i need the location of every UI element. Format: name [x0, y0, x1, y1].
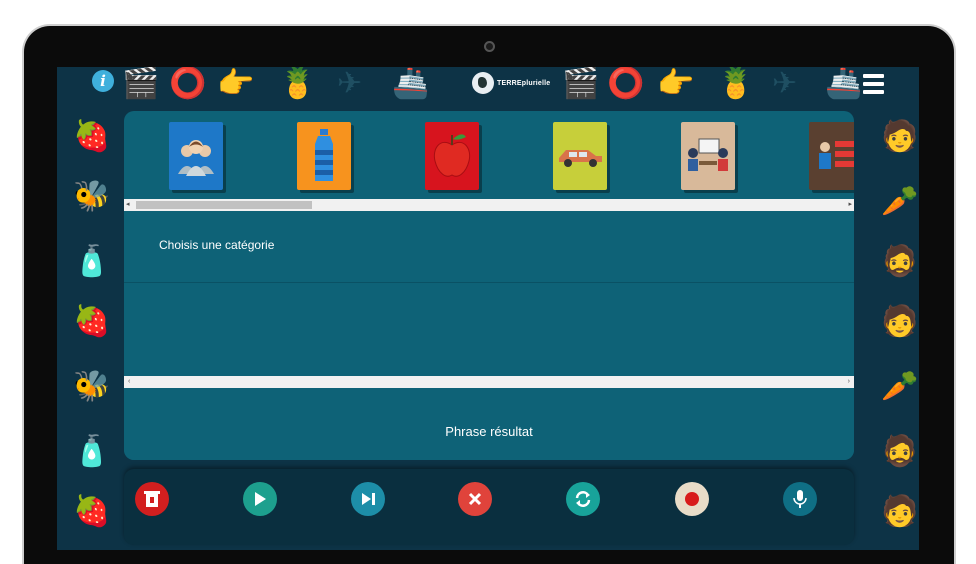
presenter-icon [819, 141, 854, 169]
skip-next-icon [362, 493, 375, 505]
pointing-hand-pattern-icon: 👉 [217, 67, 255, 100]
category-card-presentation[interactable] [809, 122, 854, 190]
clapper-pattern-icon: 🎬 [122, 67, 160, 100]
control-bar [124, 469, 854, 545]
scrollbar-thumb[interactable] [136, 201, 312, 209]
category-strip [124, 111, 854, 201]
bee-pattern-icon: 🐝 [73, 370, 111, 403]
carrot-pattern-icon: 🥕 [881, 370, 919, 403]
top-bar: 🎬 ⭕ 👉 🍍 ✈ 🚢 🎬 ⭕ 👉 🍍 ✈ 🚢 i TERREplurielle [57, 67, 919, 105]
pineapple-pattern-icon: 🍍 [279, 67, 317, 100]
pineapple-pattern-icon: 🍍 [717, 67, 755, 100]
app-logo: TERREplurielle [472, 69, 550, 97]
words-scrollbar[interactable]: ‹ › [124, 376, 854, 388]
category-card-meeting[interactable] [681, 122, 735, 190]
donut-pattern-icon: ⭕ [169, 67, 207, 100]
trash-icon [144, 491, 160, 507]
strawberry-pattern-icon: 🍓 [73, 120, 111, 153]
result-sentence-label: Phrase résultat [445, 424, 533, 439]
bottle-icon [315, 129, 333, 181]
scroll-left-icon[interactable]: ◂ [126, 199, 130, 211]
airplane-pattern-icon: ✈ [337, 67, 363, 100]
category-card-water-bottle[interactable] [297, 122, 351, 190]
clear-button[interactable] [458, 482, 492, 516]
choose-category-label: Choisis une catégorie [159, 238, 275, 252]
section-divider [124, 282, 854, 283]
strawberry-pattern-icon: 🍓 [73, 495, 111, 528]
record-icon [685, 492, 699, 506]
airplane-pattern-icon: ✈ [772, 67, 798, 100]
info-icon[interactable]: i [92, 70, 114, 92]
microphone-icon [793, 490, 807, 508]
boy-pattern-icon: 🧑 [881, 120, 919, 153]
app-screen: 🍓 🐝 🧴 🍓 🐝 🧴 🍓 🧑 🥕 🧔 🧑 🥕 🧔 🧑 🎬 ⭕ 👉 🍍 ✈ 🚢 … [57, 67, 919, 550]
logo-text: TERREplurielle [497, 79, 551, 87]
refresh-button[interactable] [566, 482, 600, 516]
donut-pattern-icon: ⭕ [607, 67, 645, 100]
globe-icon [472, 72, 494, 94]
strawberry-pattern-icon: 🍓 [73, 305, 111, 338]
scroll-left-icon[interactable]: ‹ [128, 376, 130, 388]
hamburger-menu-icon[interactable] [863, 74, 884, 94]
category-card-people[interactable] [169, 122, 223, 190]
bottle-pattern-icon: 🧴 [73, 245, 111, 278]
bottle-pattern-icon: 🧴 [73, 435, 111, 468]
close-icon [468, 492, 482, 506]
clapper-pattern-icon: 🎬 [562, 67, 600, 100]
main-panel: ◂ ▸ Choisis une catégorie ‹ › Phrase rés… [124, 111, 854, 460]
apple-icon [433, 134, 471, 177]
meeting-icon [688, 138, 728, 171]
microphone-button[interactable] [783, 482, 817, 516]
bee-pattern-icon: 🐝 [73, 180, 111, 213]
record-button[interactable] [675, 482, 709, 516]
boy-pattern-icon: 🧑 [881, 305, 919, 338]
ship-pattern-icon: 🚢 [392, 67, 430, 100]
scroll-right-icon[interactable]: › [848, 376, 850, 388]
pointing-hand-pattern-icon: 👉 [657, 67, 695, 100]
play-icon [255, 492, 266, 506]
people-icon [178, 140, 214, 176]
carrot-pattern-icon: 🥕 [881, 185, 919, 218]
ship-pattern-icon: 🚢 [825, 67, 863, 100]
category-card-car[interactable] [553, 122, 607, 190]
delete-button[interactable] [135, 482, 169, 516]
man-pattern-icon: 🧔 [881, 435, 919, 468]
refresh-icon [575, 491, 591, 507]
car-icon [559, 150, 602, 167]
category-scrollbar[interactable]: ◂ ▸ [124, 199, 854, 211]
webcam-icon [484, 41, 495, 52]
boy-pattern-icon: 🧑 [881, 495, 919, 528]
scroll-right-icon[interactable]: ▸ [848, 199, 852, 211]
play-button[interactable] [243, 482, 277, 516]
next-button[interactable] [351, 482, 385, 516]
category-card-apple[interactable] [425, 122, 479, 190]
man-pattern-icon: 🧔 [881, 245, 919, 278]
